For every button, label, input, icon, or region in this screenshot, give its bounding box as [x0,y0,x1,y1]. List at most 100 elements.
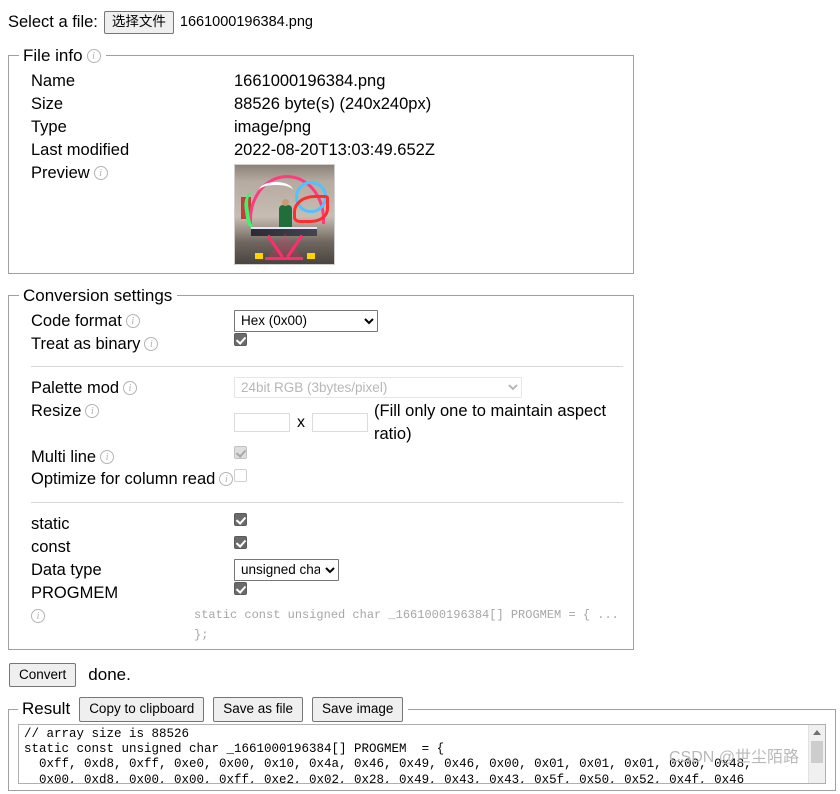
treat-as-binary-label: Treat as binary i [31,333,234,356]
image-preview [234,163,335,265]
file-info-key-size: Size [31,94,64,113]
code-format-label-text: Code format [31,311,122,330]
info-icon[interactable]: i [219,471,234,486]
convert-row: Convert done. [0,650,840,688]
treat-as-binary-checkbox[interactable] [234,332,247,346]
multi-line-label: Multi line i [31,446,234,469]
palette-mod-control: 24bit RGB (3bytes/pixel) [234,376,522,398]
result-legend-text: Result [22,699,71,719]
info-icon[interactable]: i [144,336,159,351]
palette-mod-label-text: Palette mod [31,378,120,397]
file-info-row-last-modified: Last modified 2022-08-20T13:03:49.652Z [31,139,623,162]
row-signature-preview: i static const unsigned char _1661000196… [31,605,623,645]
static-checkbox[interactable] [234,512,247,526]
row-static: static [31,512,623,536]
file-info-key-name: Name [31,71,76,90]
const-control [234,535,247,549]
file-info-grid: Name 1661000196384.png Size 88526 byte(s… [19,66,623,265]
convert-status: done. [88,664,131,684]
row-progmem: PROGMEM [31,581,623,605]
preview-triangle-base [265,256,303,260]
resize-label-text: Resize [31,401,82,420]
code-format-select[interactable]: Hex (0x00) [234,309,378,332]
static-label: static [31,514,70,533]
multi-line-label-text: Multi line [31,447,97,466]
row-treat-as-binary: Treat as binary i [31,332,623,356]
multi-line-checkbox[interactable] [234,445,247,459]
code-format-label: Code format i [31,310,234,333]
convert-button[interactable]: Convert [9,662,77,688]
palette-mod-label: Palette mod i [31,377,234,400]
row-multi-line: Multi line i [31,445,623,469]
settings-divider-1 [31,365,623,367]
info-icon[interactable]: i [31,608,45,623]
static-control [234,512,247,526]
preview-person-head [282,198,289,206]
result-textarea[interactable]: // array size is 88526 static const unsi… [18,723,826,784]
file-info-row-preview: Preview i [31,162,623,265]
file-info-value-size: 88526 byte(s) (240x240px) [234,94,432,113]
file-info-legend: File info i [19,46,106,66]
save-as-file-button[interactable]: Save as file [213,697,304,722]
progmem-checkbox[interactable] [234,581,247,595]
row-palette-mod: Palette mod i 24bit RGB (3bytes/pixel) [31,376,623,400]
result-fieldset: Result Copy to clipboard Save as file Sa… [8,697,836,791]
treat-as-binary-label-text: Treat as binary [31,334,141,353]
file-info-fieldset: File info i Name 1661000196384.png Size 8… [8,45,634,274]
optimize-checkbox[interactable] [234,468,247,482]
const-checkbox[interactable] [234,535,247,549]
data-type-control: unsigned char [234,558,339,581]
conversion-settings-legend: Conversion settings [23,285,173,305]
file-select-label: Select a file: [8,12,98,31]
info-icon[interactable]: i [93,165,108,180]
row-optimize-column-read: Optimize for column read i [31,468,623,492]
palette-mod-select[interactable]: 24bit RGB (3bytes/pixel) [234,376,522,398]
resize-separator: x [297,414,305,432]
code-format-control: Hex (0x00) [234,309,378,332]
file-info-key-type: Type [31,117,67,136]
info-icon[interactable]: i [125,313,140,328]
file-info-row-type: Type image/png [31,116,623,139]
preview-person [279,204,292,229]
info-icon[interactable]: i [86,48,101,63]
preview-label-text: Preview [31,163,90,182]
data-type-select[interactable]: unsigned char [234,558,339,581]
resize-width-input[interactable] [234,413,290,433]
progmem-label: PROGMEM [31,583,119,602]
file-info-legend-text: File info [23,45,83,65]
page-root: Select a file: 选择文件 1661000196384.png Fi… [0,0,840,794]
conversion-settings-fieldset: Conversion settings Code format i Hex (0x… [8,285,634,650]
file-info-key-last-modified: Last modified [31,140,130,159]
result-legend: Result Copy to clipboard Save as file Sa… [18,697,408,722]
row-code-format: Code format i Hex (0x00) [31,309,623,333]
result-text-content: // array size is 88526 static const unsi… [24,726,752,784]
scroll-up-arrow-icon[interactable] [809,724,825,741]
data-type-label: Data type [31,560,102,579]
signature-preview-text: static const unsigned char _166100019638… [194,607,619,642]
save-image-button[interactable]: Save image [312,697,404,722]
file-info-value-type: image/png [234,117,312,136]
info-icon[interactable]: i [100,449,115,464]
selected-file-name: 1661000196384.png [179,14,313,31]
file-info-value-name: 1661000196384.png [234,71,386,90]
multi-line-control [234,445,247,459]
info-icon[interactable]: i [85,403,100,418]
info-icon[interactable]: i [123,380,138,395]
resize-control: x (Fill only one to maintain aspect rati… [234,400,623,446]
treat-as-binary-control [234,332,247,346]
file-select-row: Select a file: 选择文件 1661000196384.png [0,0,840,34]
progmem-control [234,581,247,595]
resize-height-input[interactable] [312,413,368,433]
row-data-type: Data type unsigned char [31,558,623,582]
result-scrollbar[interactable] [808,724,825,783]
row-resize: Resize i x (Fill only one to maintain asp… [31,400,623,446]
settings-divider-2 [31,501,623,503]
scrollbar-thumb[interactable] [811,740,823,763]
file-info-row-size: Size 88526 byte(s) (240x240px) [31,93,623,116]
preview-light-right [307,252,315,259]
row-const: const [31,535,623,559]
file-info-row-name: Name 1661000196384.png [31,70,623,93]
resize-hint: (Fill only one to maintain aspect ratio) [374,401,607,443]
choose-file-button[interactable]: 选择文件 [103,11,174,34]
copy-to-clipboard-button[interactable]: Copy to clipboard [79,697,205,722]
